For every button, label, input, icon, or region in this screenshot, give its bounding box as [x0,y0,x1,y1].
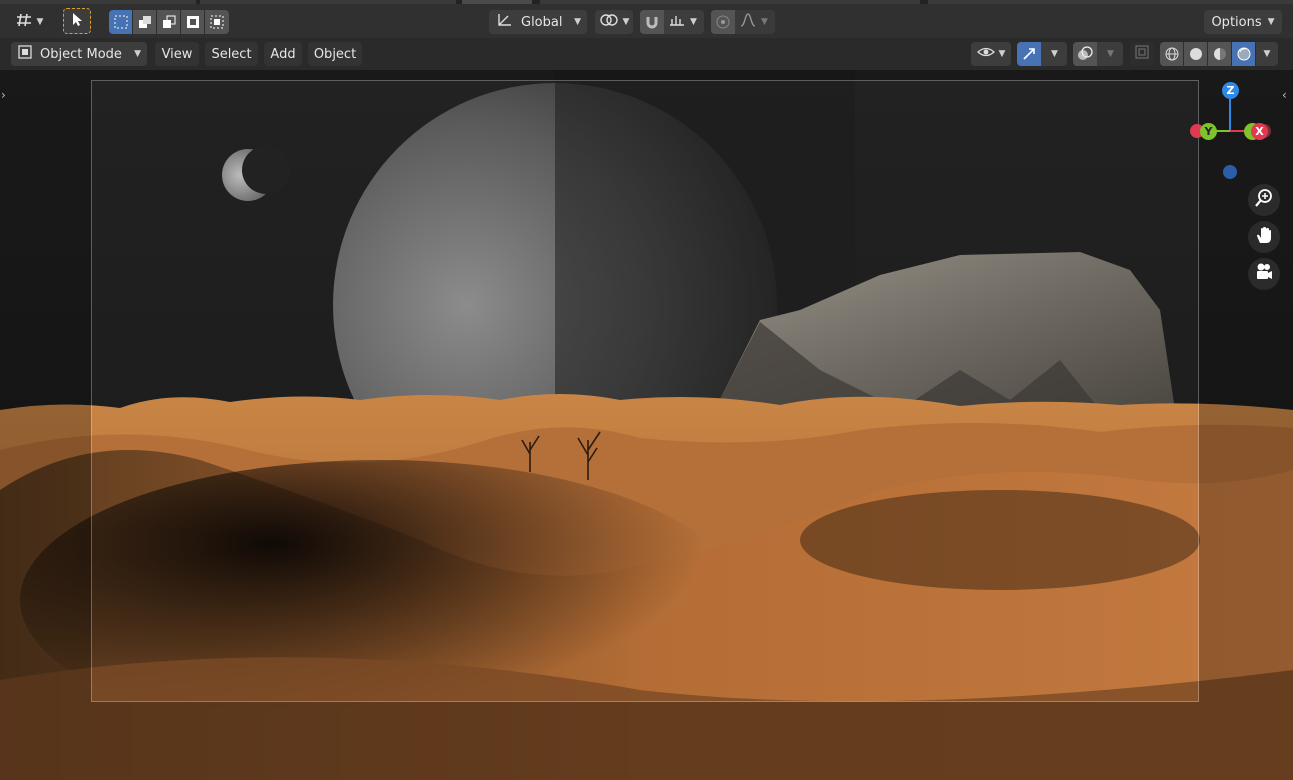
eye-icon [976,45,995,63]
select-tool-button[interactable] [63,8,91,34]
menu-view-label: View [161,46,193,62]
overlay-toggle-group: ▼ [1073,42,1123,66]
chevron-down-icon: ▼ [761,17,768,27]
object-mode-icon [17,44,33,64]
gizmo-z-axis[interactable]: Z [1222,82,1239,99]
menu-object[interactable]: Object [308,42,362,66]
passepartout-top [91,70,1199,80]
chevron-down-icon: ▼ [36,17,44,27]
orientation-axes-icon [495,12,513,32]
chevron-down-icon: ▼ [998,49,1006,59]
chevron-down-icon: ▼ [574,17,581,27]
shading-options-dropdown[interactable]: ▼ [1256,42,1278,66]
select-intersect-icon[interactable] [205,10,229,34]
xray-toggle[interactable] [1130,42,1154,66]
orientation-label: Global [521,14,563,30]
options-dropdown[interactable]: Options ▼ [1204,10,1282,34]
select-mode-group [109,10,229,34]
gizmo-icon[interactable] [1017,42,1041,66]
mode-label: Object Mode [40,46,122,62]
xray-icon [1134,44,1150,64]
passepartout-left [0,70,91,780]
camera-icon [1254,262,1274,286]
navigation-gizmo[interactable]: Z Y X [1185,78,1275,188]
chevron-down-icon: ▼ [690,17,697,27]
3d-viewport[interactable]: › ‹ Z Y X [0,70,1293,780]
menu-object-label: Object [313,46,357,62]
shading-mode-group: ▼ [1160,42,1278,66]
chevron-down-icon: ▼ [1107,49,1114,59]
visibility-dropdown[interactable]: ▼ [971,42,1011,66]
gizmo-y-axis[interactable]: Y [1200,123,1217,140]
select-invert-icon[interactable] [181,10,205,34]
workspace-tab-strip [0,0,1293,4]
camera-view-button[interactable] [1248,258,1280,290]
proportional-editing-group: ▼ [711,10,775,34]
transform-orientation-dropdown[interactable]: Global ▼ [489,10,587,34]
gizmo-x-axis[interactable]: X [1251,123,1268,140]
overlay-icon[interactable] [1073,42,1097,66]
pivot-point-dropdown[interactable]: ▼ [595,10,633,34]
chevron-down-icon: ▼ [1051,49,1058,59]
menu-select-label: Select [211,46,252,62]
select-new-icon[interactable] [109,10,133,34]
mode-dropdown[interactable]: Object Mode ▼ [11,42,147,66]
editor-type-menu[interactable]: ▼ [10,10,48,34]
solid-icon[interactable] [1184,42,1208,66]
menu-add[interactable]: Add [264,42,302,66]
options-label: Options [1211,14,1262,30]
snap-increment-icon[interactable] [668,12,686,32]
cursor-icon [70,11,84,31]
select-extend-icon[interactable] [133,10,157,34]
pivot-icon [599,12,619,32]
chevron-down-icon: ▼ [1267,17,1275,27]
proportional-editing-icon[interactable] [711,10,735,34]
rendered-icon[interactable] [1232,42,1256,66]
select-subtract-icon[interactable] [157,10,181,34]
zoom-icon [1254,188,1274,212]
camera-frame [91,80,1199,702]
menu-view[interactable]: View [155,42,199,66]
wireframe-icon[interactable] [1160,42,1184,66]
chevron-down-icon: ▼ [134,49,141,59]
toolbar-expand-icon[interactable]: › [1,88,6,102]
menu-select[interactable]: Select [205,42,258,66]
tool-header: ▼ Global ▼ ▼ ▼ ▼ Options ▼ [0,0,1293,38]
viewport-header: Object Mode ▼ View Select Add Object ▼ ▼… [0,38,1293,70]
material-preview-icon[interactable] [1208,42,1232,66]
zoom-button[interactable] [1248,184,1280,216]
gizmo-toggle-group: ▼ [1017,42,1067,66]
hand-pan-icon [1254,225,1274,249]
passepartout-bottom [91,702,1199,780]
sidebar-expand-icon[interactable]: ‹ [1282,88,1287,102]
transform-tool-icon [15,12,33,32]
falloff-curve-icon[interactable] [739,12,757,32]
chevron-down-icon: ▼ [622,17,630,27]
menu-add-label: Add [270,46,296,62]
snap-magnet-icon[interactable] [640,10,664,34]
snap-group: ▼ [640,10,704,34]
pan-button[interactable] [1248,221,1280,253]
chevron-down-icon: ▼ [1263,49,1271,59]
